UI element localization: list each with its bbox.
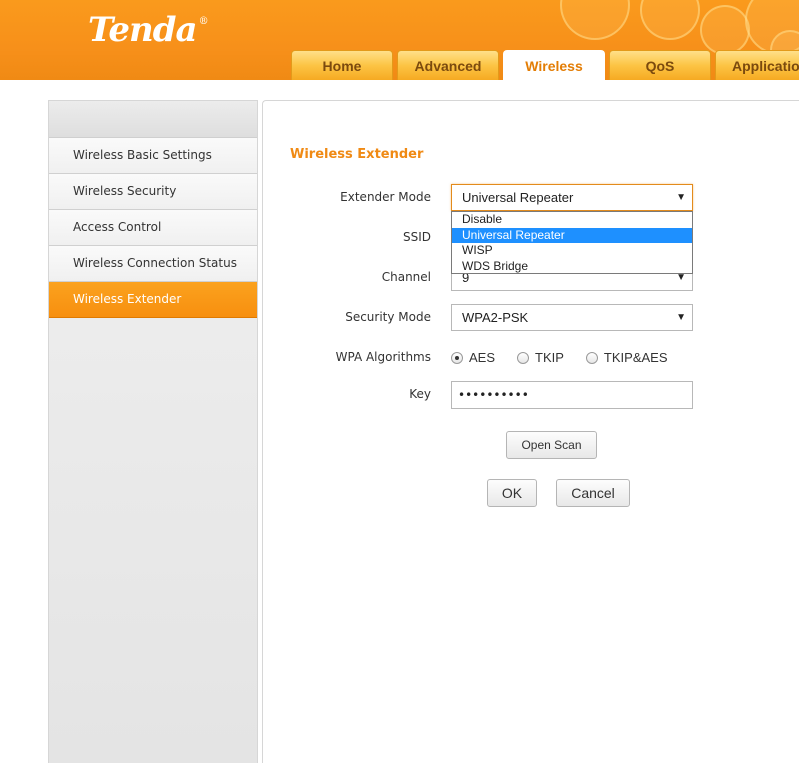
ok-button[interactable]: OK: [487, 479, 537, 507]
sidebar-item-wireless-security[interactable]: Wireless Security: [49, 174, 257, 210]
tab-qos[interactable]: QoS: [609, 50, 711, 80]
radio-label-tkip-aes: TKIP&AES: [603, 350, 668, 365]
radio-label-tkip: TKIP: [535, 350, 564, 365]
radio-label-aes: AES: [469, 350, 496, 365]
tab-advanced[interactable]: Advanced: [397, 50, 499, 80]
radio-option-tkip[interactable]: TKIP: [517, 350, 564, 365]
logo-text: Tenda: [88, 10, 198, 50]
radio-button-checked[interactable]: [451, 351, 463, 364]
extender-mode-select[interactable]: Universal Repeater ▼: [451, 184, 693, 211]
tab-home[interactable]: Home: [291, 50, 393, 80]
tab-wireless[interactable]: Wireless: [503, 50, 605, 80]
dropdown-arrow-icon: ▼: [676, 192, 686, 203]
radio-button[interactable]: [517, 351, 530, 364]
section-title: Wireless Extender: [290, 147, 424, 162]
wpa-algorithms-label: WPA Algorithms: [335, 350, 431, 364]
decorative-bubble: [560, 0, 630, 40]
sidebar: Wireless Basic Settings Wireless Securit…: [48, 100, 258, 763]
dropdown-option-wisp[interactable]: WISP: [452, 243, 692, 259]
dropdown-option-wds-bridge[interactable]: WDS Bridge: [452, 259, 692, 275]
cancel-button[interactable]: Cancel: [556, 479, 630, 507]
sidebar-item-wireless-extender[interactable]: Wireless Extender: [49, 282, 257, 318]
extender-mode-value: Universal Repeater: [462, 190, 574, 205]
radio-option-aes[interactable]: AES: [451, 350, 495, 365]
extender-mode-dropdown-list: Disable Universal Repeater WISP WDS Brid…: [451, 211, 693, 274]
sidebar-header: [49, 101, 257, 138]
sidebar-item-wireless-basic-settings[interactable]: Wireless Basic Settings: [49, 138, 257, 174]
security-mode-label: Security Mode: [345, 310, 431, 324]
main-nav-tabs: Home Advanced Wireless QoS Application: [291, 50, 799, 80]
dropdown-option-disable[interactable]: Disable: [452, 212, 692, 228]
extender-mode-label: Extender Mode: [340, 190, 431, 204]
tab-application[interactable]: Application: [715, 50, 799, 80]
radio-button[interactable]: [585, 351, 598, 364]
security-mode-value: WPA2-PSK: [462, 310, 529, 325]
radio-option-tkip-aes[interactable]: TKIP&AES: [585, 350, 668, 365]
key-label: Key: [409, 387, 431, 401]
sidebar-item-wireless-connection-status[interactable]: Wireless Connection Status: [49, 246, 257, 282]
dropdown-option-universal-repeater[interactable]: Universal Repeater: [452, 227, 692, 243]
header-bar: Tenda ® Home Advanced Wireless QoS Applic…: [0, 0, 799, 80]
security-mode-select[interactable]: WPA2-PSK ▼: [451, 304, 693, 331]
open-scan-button[interactable]: Open Scan: [506, 431, 597, 459]
decorative-bubble: [700, 5, 750, 55]
ssid-label: SSID: [402, 230, 431, 244]
wpa-algorithms-radio-group: AES TKIP TKIP&AES: [451, 350, 690, 365]
dropdown-arrow-icon: ▼: [676, 312, 686, 323]
sidebar-item-access-control[interactable]: Access Control: [49, 210, 257, 246]
tenda-logo: Tenda ®: [88, 10, 209, 50]
channel-label: Channel: [381, 270, 431, 284]
registered-mark: ®: [198, 16, 209, 27]
decorative-bubble: [640, 0, 700, 40]
key-input[interactable]: ••••••••••: [451, 381, 693, 409]
